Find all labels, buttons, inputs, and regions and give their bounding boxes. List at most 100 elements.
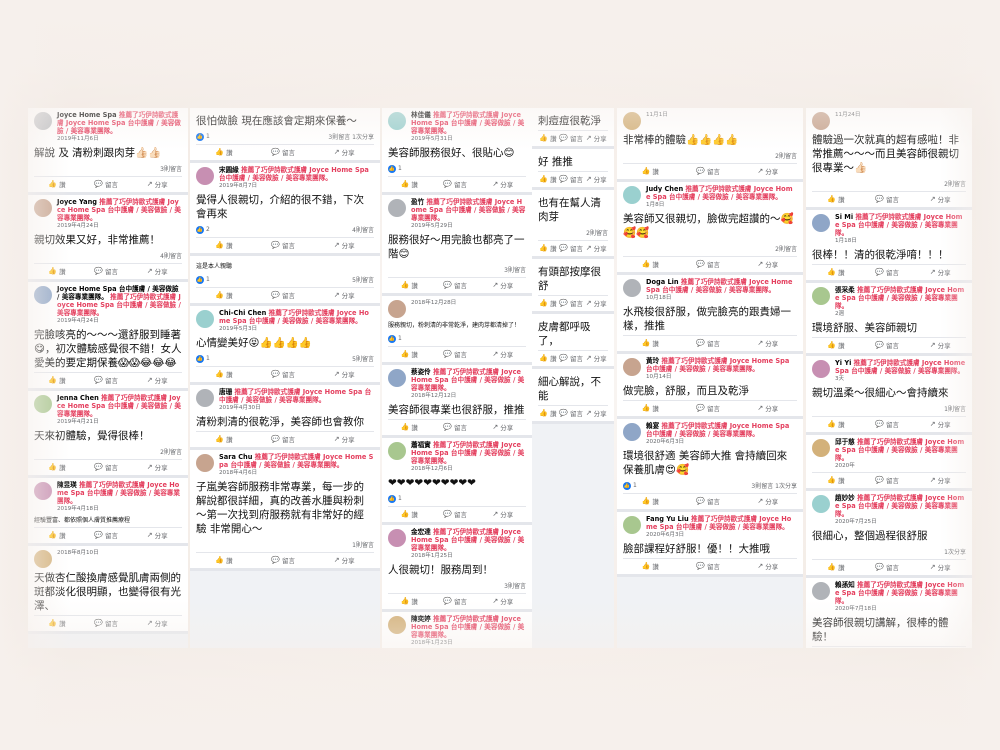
share-button[interactable]: ↗ 分享	[930, 267, 951, 277]
like-button[interactable]: 👍 讚	[401, 422, 418, 432]
reviewer-name[interactable]: 趙妙妙	[835, 494, 855, 502]
like-button[interactable]: 👍 讚	[539, 174, 556, 184]
post-date[interactable]: 2020年7月18日	[835, 605, 966, 613]
post-date[interactable]: 2週	[835, 310, 966, 318]
share-button[interactable]: ↗ 分享	[334, 434, 355, 444]
share-button[interactable]: ↗ 分享	[930, 419, 951, 429]
share-button[interactable]: ↗ 分享	[492, 280, 513, 290]
avatar[interactable]	[388, 112, 406, 130]
recommend-label[interactable]: 推薦了巧伊詩歐式護膚 Joyce Home Spa 台中護膚 / 美容做臉 / …	[835, 359, 965, 375]
like-button[interactable]: 👍 讚	[642, 561, 659, 571]
post-date[interactable]: 10月14日	[646, 373, 797, 381]
like-button[interactable]: 👍 讚	[539, 298, 556, 308]
reviewer-name[interactable]: Jenna Chen	[57, 394, 99, 402]
comment-button[interactable]: 💬 留言	[271, 240, 295, 250]
like-button[interactable]: 👍 讚	[539, 408, 556, 418]
like-button[interactable]: 👍 讚	[642, 166, 659, 176]
comment-share-count[interactable]: 4則留言	[160, 251, 182, 260]
like-button[interactable]: 👍 讚	[215, 555, 232, 565]
like-button[interactable]: 👍 讚	[827, 419, 844, 429]
avatar[interactable]	[388, 199, 406, 217]
like-button[interactable]: 👍 讚	[215, 147, 232, 157]
like-button[interactable]: 👍 讚	[827, 194, 844, 204]
avatar[interactable]	[34, 550, 52, 568]
share-button[interactable]: ↗ 分享	[757, 166, 778, 176]
avatar[interactable]	[812, 439, 830, 457]
comment-button[interactable]: 💬 留言	[443, 422, 467, 432]
like-button[interactable]: 👍 讚	[827, 340, 844, 350]
comment-share-count[interactable]: 2則留言	[160, 447, 182, 456]
share-button[interactable]: ↗ 分享	[757, 496, 778, 506]
like-count[interactable]: 👍 1	[196, 275, 210, 284]
comment-button[interactable]: 💬 留言	[443, 509, 467, 519]
avatar[interactable]	[812, 360, 830, 378]
comment-share-count[interactable]: 1則留言	[352, 540, 374, 549]
avatar[interactable]	[812, 287, 830, 305]
share-button[interactable]: ↗ 分享	[492, 509, 513, 519]
like-button[interactable]: 👍 讚	[48, 618, 65, 628]
share-button[interactable]: ↗ 分享	[586, 133, 607, 143]
share-button[interactable]: ↗ 分享	[334, 147, 355, 157]
comment-button[interactable]: 💬 留言	[559, 298, 583, 308]
avatar[interactable]	[34, 395, 52, 413]
share-button[interactable]: ↗ 分享	[147, 462, 168, 472]
reviewer-name[interactable]: 陳奕婷	[411, 615, 431, 623]
like-button[interactable]: 👍 讚	[48, 266, 65, 276]
reviewer-name[interactable]: 陳昱瑛	[57, 481, 77, 489]
avatar[interactable]	[812, 495, 830, 513]
reviewer-name[interactable]: 林佳儀	[411, 111, 431, 119]
like-button[interactable]: 👍 讚	[642, 259, 659, 269]
comment-button[interactable]: 💬 留言	[559, 353, 583, 363]
post-date[interactable]: 2018年1月25日	[411, 552, 526, 560]
reviewer-name[interactable]: 蔡姿伶	[411, 368, 431, 376]
comment-button[interactable]: 💬 留言	[559, 174, 583, 184]
avatar[interactable]	[388, 616, 406, 634]
post-date[interactable]: 2018年1月23日	[411, 639, 526, 647]
avatar[interactable]	[34, 286, 52, 304]
like-button[interactable]: 👍 讚	[215, 369, 232, 379]
comment-button[interactable]: 💬 留言	[559, 243, 583, 253]
post-date[interactable]: 2020年7月25日	[835, 518, 966, 526]
reviewer-name[interactable]: Fang Yu Liu	[646, 515, 689, 523]
share-button[interactable]: ↗ 分享	[492, 422, 513, 432]
avatar[interactable]	[812, 214, 830, 232]
recommend-label[interactable]: 推薦了巧伊詩歐式護膚 Joyce Home Spa 台中護膚 / 美容做臉 / …	[219, 166, 369, 182]
avatar[interactable]	[623, 423, 641, 441]
like-button[interactable]: 👍 讚	[215, 240, 232, 250]
like-button[interactable]: 👍 讚	[539, 243, 556, 253]
recommend-label[interactable]: 推薦了巧伊詩歐式護膚 Joyce Home Spa 台中護膚 / 美容做臉 / …	[646, 357, 789, 373]
share-button[interactable]: ↗ 分享	[586, 298, 607, 308]
share-button[interactable]: ↗ 分享	[147, 266, 168, 276]
share-button[interactable]: ↗ 分享	[757, 338, 778, 348]
comment-button[interactable]: 💬 留言	[875, 267, 899, 277]
comment-button[interactable]: 💬 留言	[443, 596, 467, 606]
like-count[interactable]: 👍 1	[196, 354, 210, 363]
like-button[interactable]: 👍 讚	[401, 179, 418, 189]
avatar[interactable]	[196, 389, 214, 407]
post-date[interactable]: 2019年4月30日	[219, 404, 374, 412]
share-button[interactable]: ↗ 分享	[334, 240, 355, 250]
like-count[interactable]: 👍 1	[388, 334, 402, 343]
avatar[interactable]	[812, 582, 830, 600]
like-button[interactable]: 👍 讚	[401, 349, 418, 359]
post-date[interactable]: 10月18日	[646, 294, 797, 302]
reviewer-name[interactable]: 賴孫知	[835, 581, 855, 589]
share-button[interactable]: ↗ 分享	[586, 353, 607, 363]
comment-share-count[interactable]: 3則留言	[504, 265, 526, 274]
post-date[interactable]: 1月18日	[835, 237, 966, 245]
post-date[interactable]: 2018年12月6日	[411, 465, 526, 473]
share-button[interactable]: ↗ 分享	[757, 259, 778, 269]
like-count[interactable]: 👍 1	[388, 494, 402, 503]
like-button[interactable]: 👍 讚	[401, 596, 418, 606]
share-button[interactable]: ↗ 分享	[757, 561, 778, 571]
post-date[interactable]: 11月1日	[646, 111, 797, 119]
reviewer-name[interactable]: Chi-Chi Chen	[219, 309, 266, 317]
comment-share-count[interactable]: 5則留言	[352, 275, 374, 284]
post-date[interactable]: 11月24日	[835, 111, 966, 119]
avatar[interactable]	[34, 482, 52, 500]
reviewer-name[interactable]: 蕭福實	[411, 441, 431, 449]
post-date[interactable]: 2019年5月29日	[411, 222, 526, 230]
share-button[interactable]: ↗ 分享	[930, 194, 951, 204]
post-date[interactable]: 2019年4月24日	[57, 317, 182, 325]
comment-button[interactable]: 💬 留言	[271, 555, 295, 565]
